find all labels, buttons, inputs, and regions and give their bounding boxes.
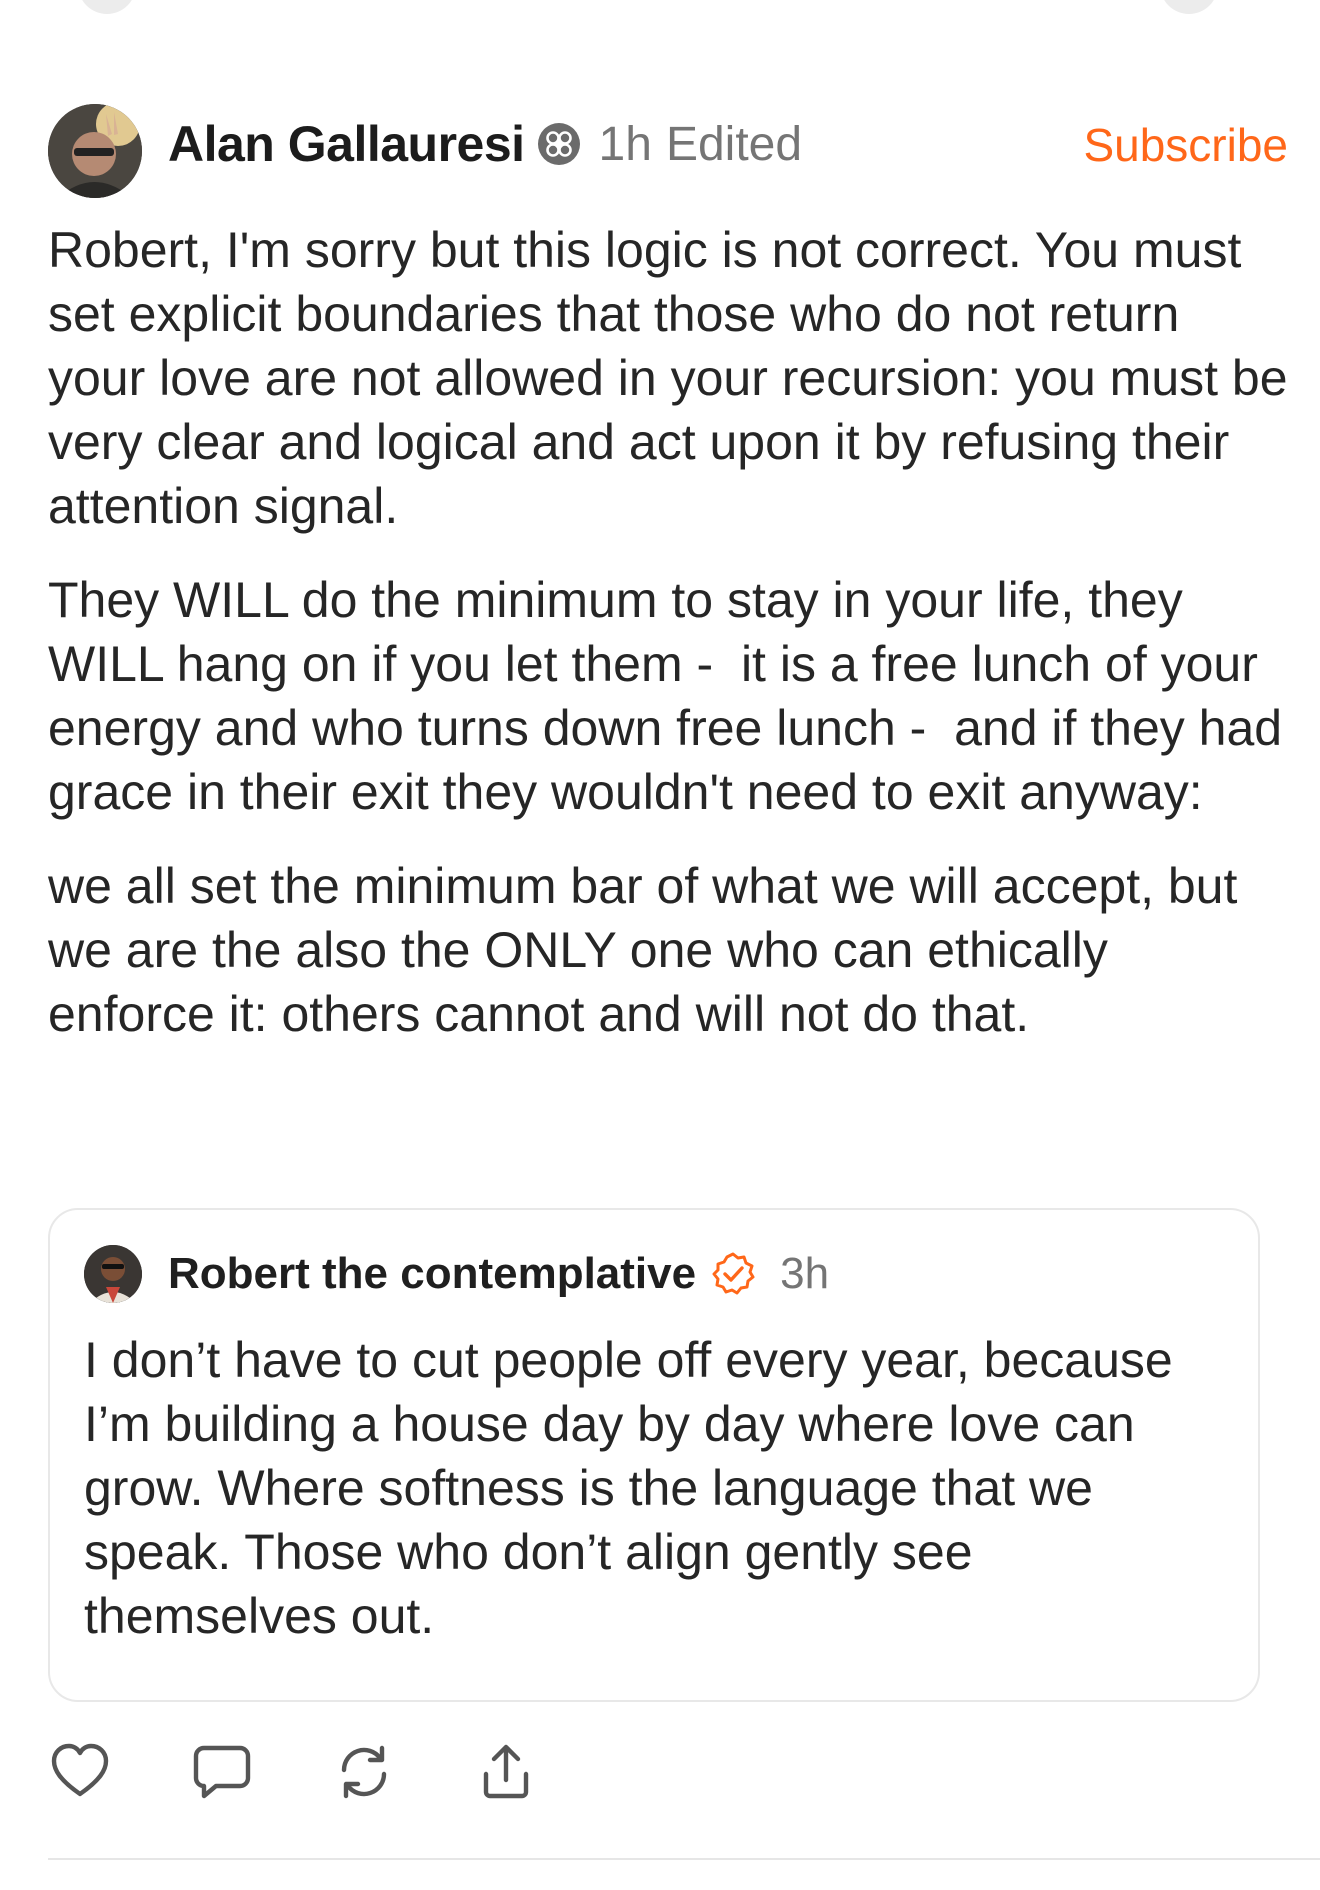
heart-icon [51, 1743, 109, 1797]
quote-text: I don’t have to cut people off every yea… [84, 1332, 1173, 1644]
verified-check-icon [712, 1252, 755, 1295]
post-paragraph: we all set the minimum bar of what we wi… [48, 858, 1252, 1042]
quote-author-avatar [84, 1245, 142, 1303]
edited-label: Edited [665, 117, 803, 171]
subscribe-button[interactable]: Subscribe [1083, 118, 1288, 172]
post-divider [48, 1858, 1320, 1860]
author-row: Alan Gallauresi 1h Edited [168, 112, 802, 176]
top-right-circle-button[interactable] [1160, 0, 1218, 14]
author-name[interactable]: Alan Gallauresi [168, 115, 525, 173]
post-paragraph: Robert, I'm sorry but this logic is not … [48, 222, 1302, 534]
restack-button[interactable] [332, 1740, 396, 1804]
quote-time: 3h [780, 1249, 830, 1298]
post-paragraph: They WILL do the minimum to stay in your… [48, 572, 1297, 820]
author-avatar[interactable] [48, 104, 142, 198]
quote-header: Robert the contemplative 3h [84, 1244, 829, 1304]
top-left-circle-button[interactable] [78, 0, 136, 14]
like-button[interactable] [48, 1740, 112, 1804]
restack-icon [341, 1745, 387, 1799]
action-bar [48, 1740, 616, 1804]
share-icon [483, 1744, 529, 1799]
reply-button[interactable] [190, 1740, 254, 1804]
post-body: Robert, I'm sorry but this logic is not … [48, 218, 1288, 1076]
quote-author-name: Robert the contemplative [168, 1249, 697, 1298]
share-button[interactable] [474, 1740, 538, 1804]
comment-icon [193, 1745, 251, 1799]
post-header: Alan Gallauresi 1h Edited Subscribe [48, 100, 1288, 198]
subscriber-badge-icon [537, 123, 580, 165]
quoted-note-card[interactable]: Robert the contemplative 3h I don’t have… [48, 1208, 1260, 1702]
post-time: 1h [598, 117, 652, 171]
